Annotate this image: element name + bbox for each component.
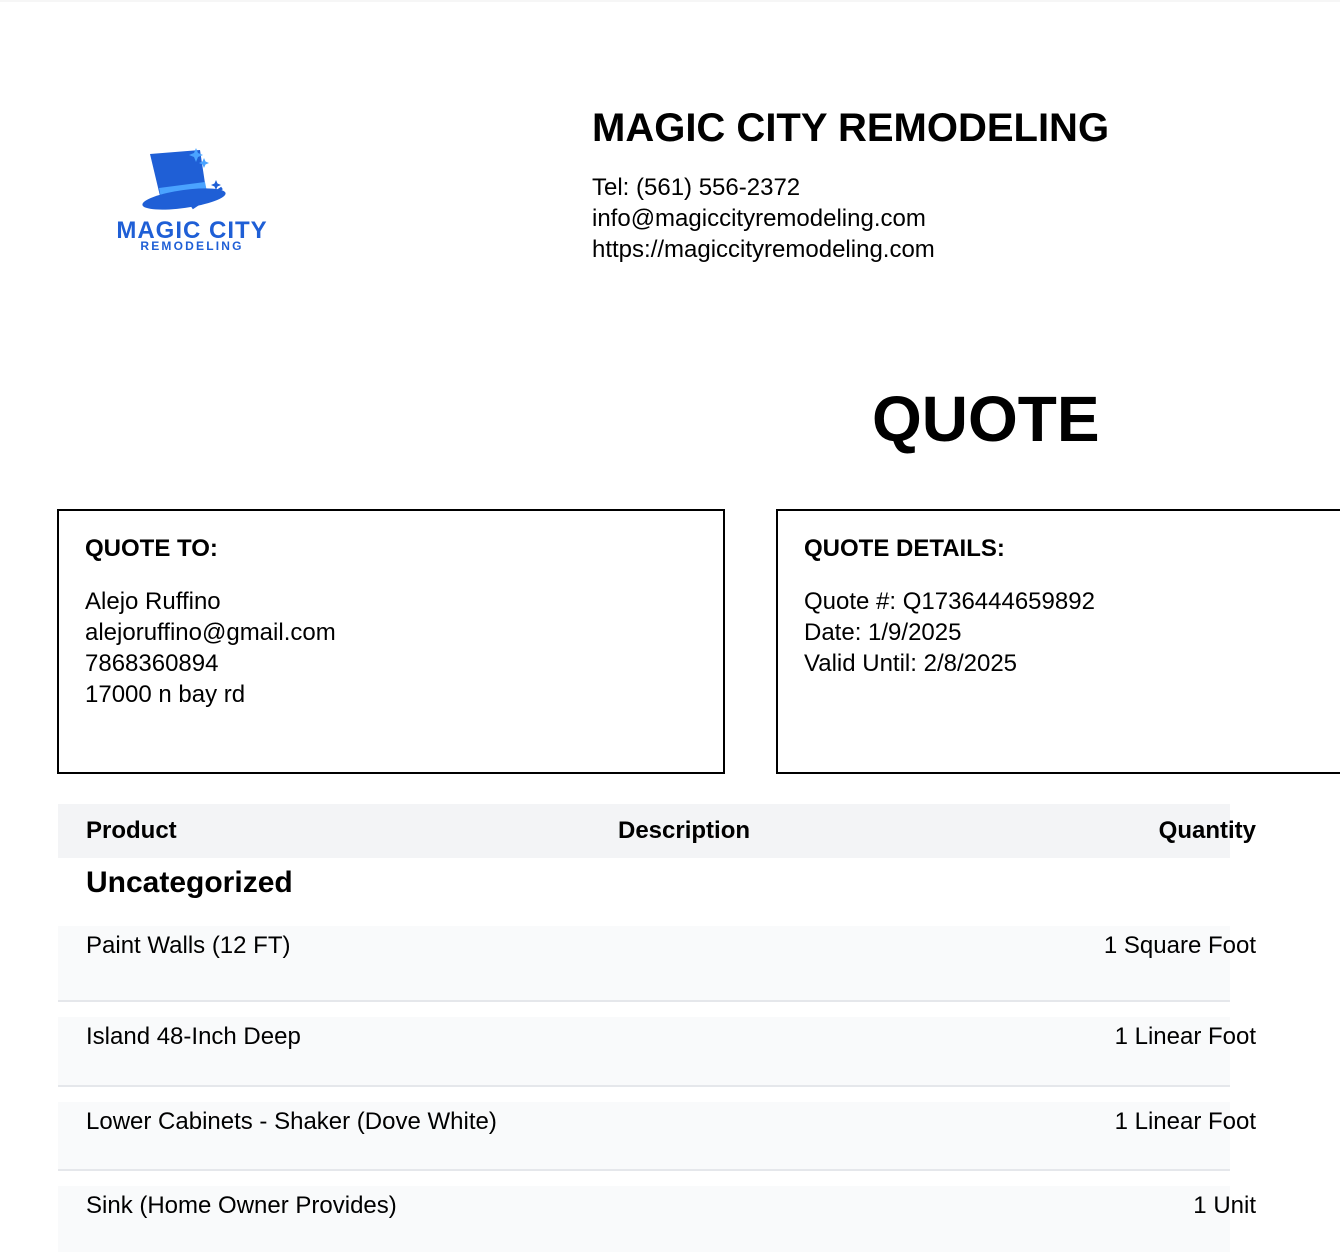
client-address: 17000 n bay rd	[85, 681, 246, 708]
document-title: QUOTE	[872, 383, 1100, 455]
row-quantity: 1 Linear Foot	[1114, 1023, 1256, 1050]
company-phone: Tel: (561) 556-2372	[592, 174, 801, 201]
row-quantity: 1 Unit	[1193, 1192, 1256, 1219]
company-email[interactable]: info@magiccityremodeling.com	[592, 203, 926, 234]
row-product: Sink (Home Owner Provides)	[86, 1192, 397, 1219]
quote-valid-until: Valid Until: 2/8/2025	[804, 650, 1018, 677]
quote-number: Quote #: Q1736444659892	[804, 588, 1095, 615]
row-quantity: 1 Square Foot	[1103, 932, 1256, 959]
quote-page: MAGIC CITY REMODELING MAGIC CITY REMODEL…	[0, 2, 1340, 1252]
quote-to-box: QUOTE TO: Alejo Ruffino alejoruffino@gma…	[57, 509, 725, 774]
quote-to-heading: QUOTE TO:	[85, 535, 218, 562]
logo-text-sub: REMODELING	[140, 239, 243, 253]
row-product: Paint Walls (12 FT)	[86, 932, 291, 959]
company-name: MAGIC CITY REMODELING	[592, 106, 1110, 150]
company-logo: MAGIC CITY REMODELING	[104, 144, 280, 262]
column-header-description: Description	[618, 817, 751, 844]
column-header-quantity: Quantity	[1158, 817, 1256, 844]
quote-details-heading: QUOTE DETAILS:	[804, 535, 1005, 562]
top-hat-logo-icon: MAGIC CITY REMODELING	[116, 148, 267, 253]
company-website[interactable]: https://magiccityremodeling.com	[592, 234, 935, 265]
client-email[interactable]: alejoruffino@gmail.com	[85, 617, 336, 648]
row-quantity: 1 Linear Foot	[1114, 1108, 1256, 1135]
column-header-product: Product	[86, 817, 177, 844]
category-heading: Uncategorized	[86, 866, 293, 899]
quote-date: Date: 1/9/2025	[804, 619, 962, 646]
row-product: Island 48-Inch Deep	[86, 1023, 301, 1050]
quote-details-info: Quote #: Q1736444659892 Date: 1/9/2025 V…	[804, 586, 1095, 679]
quote-details-box: QUOTE DETAILS: Quote #: Q1736444659892 D…	[776, 509, 1340, 774]
client-phone: 7868360894	[85, 650, 219, 677]
row-product: Lower Cabinets - Shaker (Dove White)	[86, 1108, 497, 1135]
client-name: Alejo Ruffino	[85, 588, 221, 615]
quote-to-details: Alejo Ruffino alejoruffino@gmail.com 786…	[85, 586, 336, 710]
